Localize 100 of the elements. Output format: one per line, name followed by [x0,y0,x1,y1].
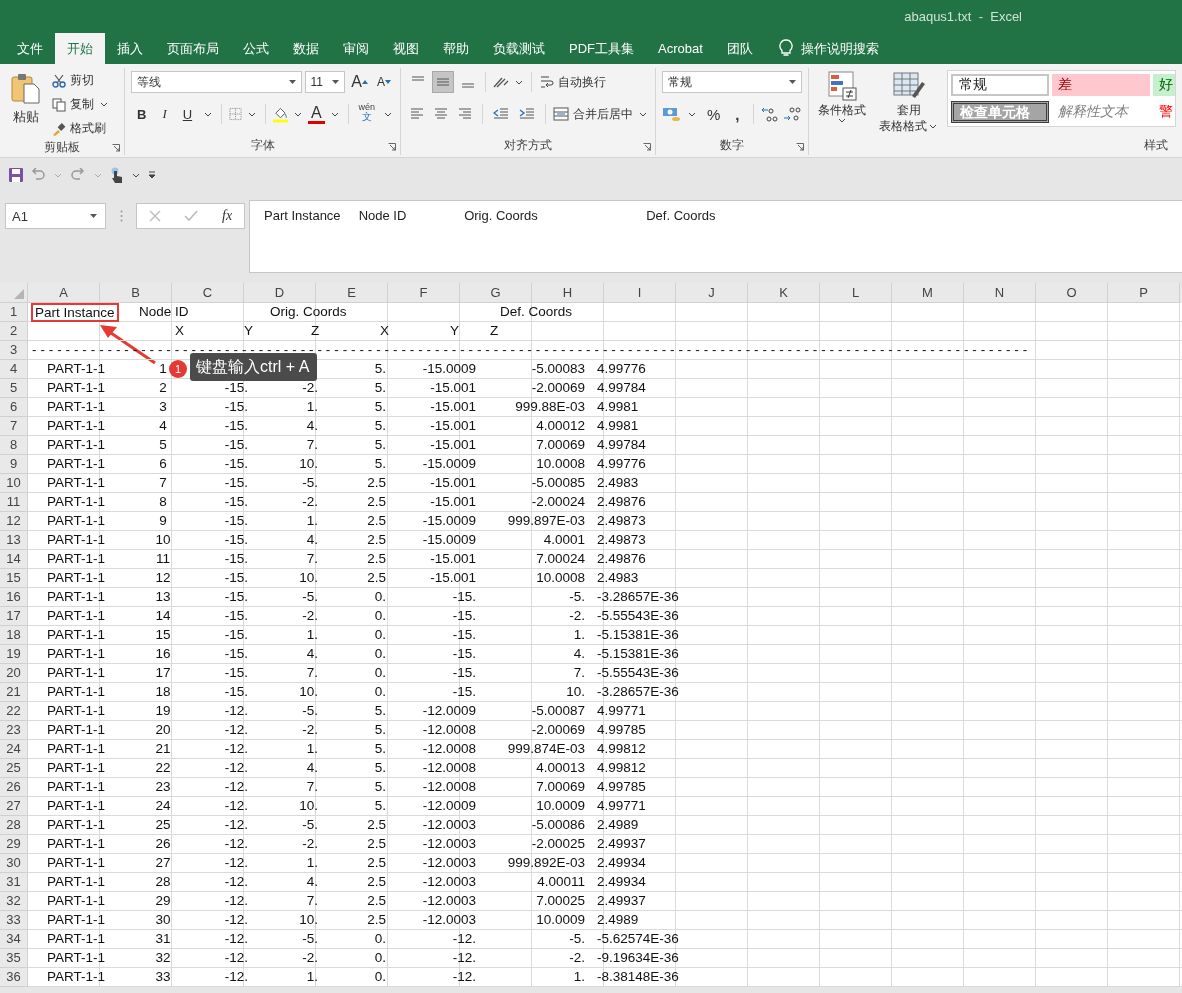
column-header[interactable]: B [100,283,172,303]
number-format-field[interactable]: 常规 [662,71,802,93]
customize-toolbar-icon[interactable] [148,171,156,179]
ribbon-tab[interactable]: 帮助 [431,33,481,64]
horizontal-align-icon[interactable] [434,108,448,120]
ribbon-tab[interactable]: 开始 [55,33,105,64]
ribbon-tab[interactable]: 视图 [381,33,431,64]
cell-style-option[interactable]: 警 [1153,101,1175,123]
row-number[interactable]: 18 [0,626,28,645]
row-number[interactable]: 2 [0,322,28,341]
row-number[interactable]: 25 [0,759,28,778]
row-number[interactable]: 33 [0,911,28,930]
horizontal-align-icon[interactable] [410,108,424,120]
ribbon-tab[interactable]: 插入 [105,33,155,64]
touch-hand-icon[interactable] [110,167,124,183]
currency-icon[interactable] [662,106,682,122]
ribbon-tab[interactable]: 负载测试 [481,33,557,64]
row-number[interactable]: 14 [0,550,28,569]
row-number[interactable]: 12 [0,512,28,531]
increase-font-button[interactable]: A [348,71,371,93]
cell-style-option[interactable]: 差 [1052,74,1150,96]
column-header[interactable]: P [1108,283,1180,303]
row-number[interactable]: 26 [0,778,28,797]
row-number[interactable]: 34 [0,930,28,949]
percent-button[interactable]: % [702,103,726,125]
row-number[interactable]: 11 [0,493,28,512]
underline-button[interactable]: U [176,103,199,125]
ribbon-tab[interactable]: 团队 [714,33,765,64]
row-number[interactable]: 23 [0,721,28,740]
format-as-table-button[interactable]: 套用 表格格式 [873,70,945,135]
column-header[interactable]: D [244,283,316,303]
ribbon-tab[interactable]: PDF工具集 [557,33,646,64]
ribbon-tab[interactable]: 审阅 [331,33,381,64]
text-orientation-icon[interactable] [492,75,510,89]
row-number[interactable]: 29 [0,835,28,854]
row-number[interactable]: 35 [0,949,28,968]
caret-icon[interactable] [132,172,140,178]
comma-button[interactable]: , [729,103,746,125]
caret-icon[interactable] [515,79,523,85]
increase-decimal-icon[interactable] [760,106,779,122]
lightbulb-icon[interactable] [778,39,793,57]
decrease-font-button[interactable]: A [374,71,394,93]
redo-icon[interactable] [70,168,86,182]
column-header[interactable]: G [460,283,532,303]
ribbon-tab[interactable]: 页面布局 [155,33,231,64]
caret-icon[interactable] [293,111,302,117]
column-header[interactable]: H [532,283,604,303]
caret-icon[interactable] [330,111,339,117]
row-number[interactable]: 20 [0,664,28,683]
format-painter-button[interactable]: 格式刷 [52,118,110,139]
column-header[interactable]: A [28,283,100,303]
row-number[interactable]: 30 [0,854,28,873]
increase-indent-icon[interactable] [519,108,535,120]
row-number[interactable]: 13 [0,531,28,550]
ribbon-tab[interactable]: 数据 [281,33,331,64]
column-header[interactable]: I [604,283,676,303]
checkmark-icon[interactable] [184,210,199,222]
row-number[interactable]: 5 [0,379,28,398]
cell-style-option[interactable]: 好 [1153,74,1175,96]
row-number[interactable]: 7 [0,417,28,436]
column-header[interactable]: N [964,283,1036,303]
dialog-launcher-icon[interactable] [643,143,651,151]
column-header[interactable]: M [892,283,964,303]
row-number[interactable]: 15 [0,569,28,588]
caret-icon[interactable] [248,111,257,117]
decrease-decimal-icon[interactable] [782,106,801,122]
dialog-launcher-icon[interactable] [388,143,396,151]
row-number[interactable]: 16 [0,588,28,607]
undo-icon[interactable] [30,168,46,182]
column-header[interactable]: K [748,283,820,303]
phonetic-button[interactable]: wén 文 [355,103,378,125]
name-box[interactable]: A1 [5,203,106,229]
row-number[interactable]: 1 [0,303,28,322]
row-number[interactable]: 36 [0,968,28,987]
row-number[interactable]: 3 [0,341,28,360]
copy-button[interactable]: 复制 [52,94,110,115]
cell-style-option[interactable]: 常规 [951,74,1049,96]
column-header[interactable]: C [172,283,244,303]
wrap-text-button[interactable]: 自动换行 [540,71,606,93]
merge-center-button[interactable]: 合并后居中 [553,103,649,125]
row-number[interactable]: 19 [0,645,28,664]
row-number[interactable]: 8 [0,436,28,455]
font-name-field[interactable]: 等线 [131,71,302,93]
row-number[interactable]: 21 [0,683,28,702]
caret-icon[interactable] [688,111,696,117]
italic-button[interactable]: I [156,103,173,125]
dialog-launcher-icon[interactable] [112,144,120,152]
row-number[interactable]: 22 [0,702,28,721]
row-number[interactable]: 28 [0,816,28,835]
paste-button[interactable]: 粘贴 [6,70,46,139]
row-number[interactable]: 31 [0,873,28,892]
row-number[interactable]: 4 [0,360,28,379]
row-number[interactable]: 32 [0,892,28,911]
column-header[interactable]: J [676,283,748,303]
dialog-launcher-icon[interactable] [796,143,804,151]
font-size-field[interactable]: 11 [304,71,346,93]
formula-input[interactable]: Part Instance Node ID Orig. Coords Def. Coords [249,200,1182,273]
save-icon[interactable] [8,167,24,183]
ribbon-tab[interactable]: 公式 [231,33,281,64]
cell-style-option[interactable]: 解释性文本 [1052,101,1150,123]
